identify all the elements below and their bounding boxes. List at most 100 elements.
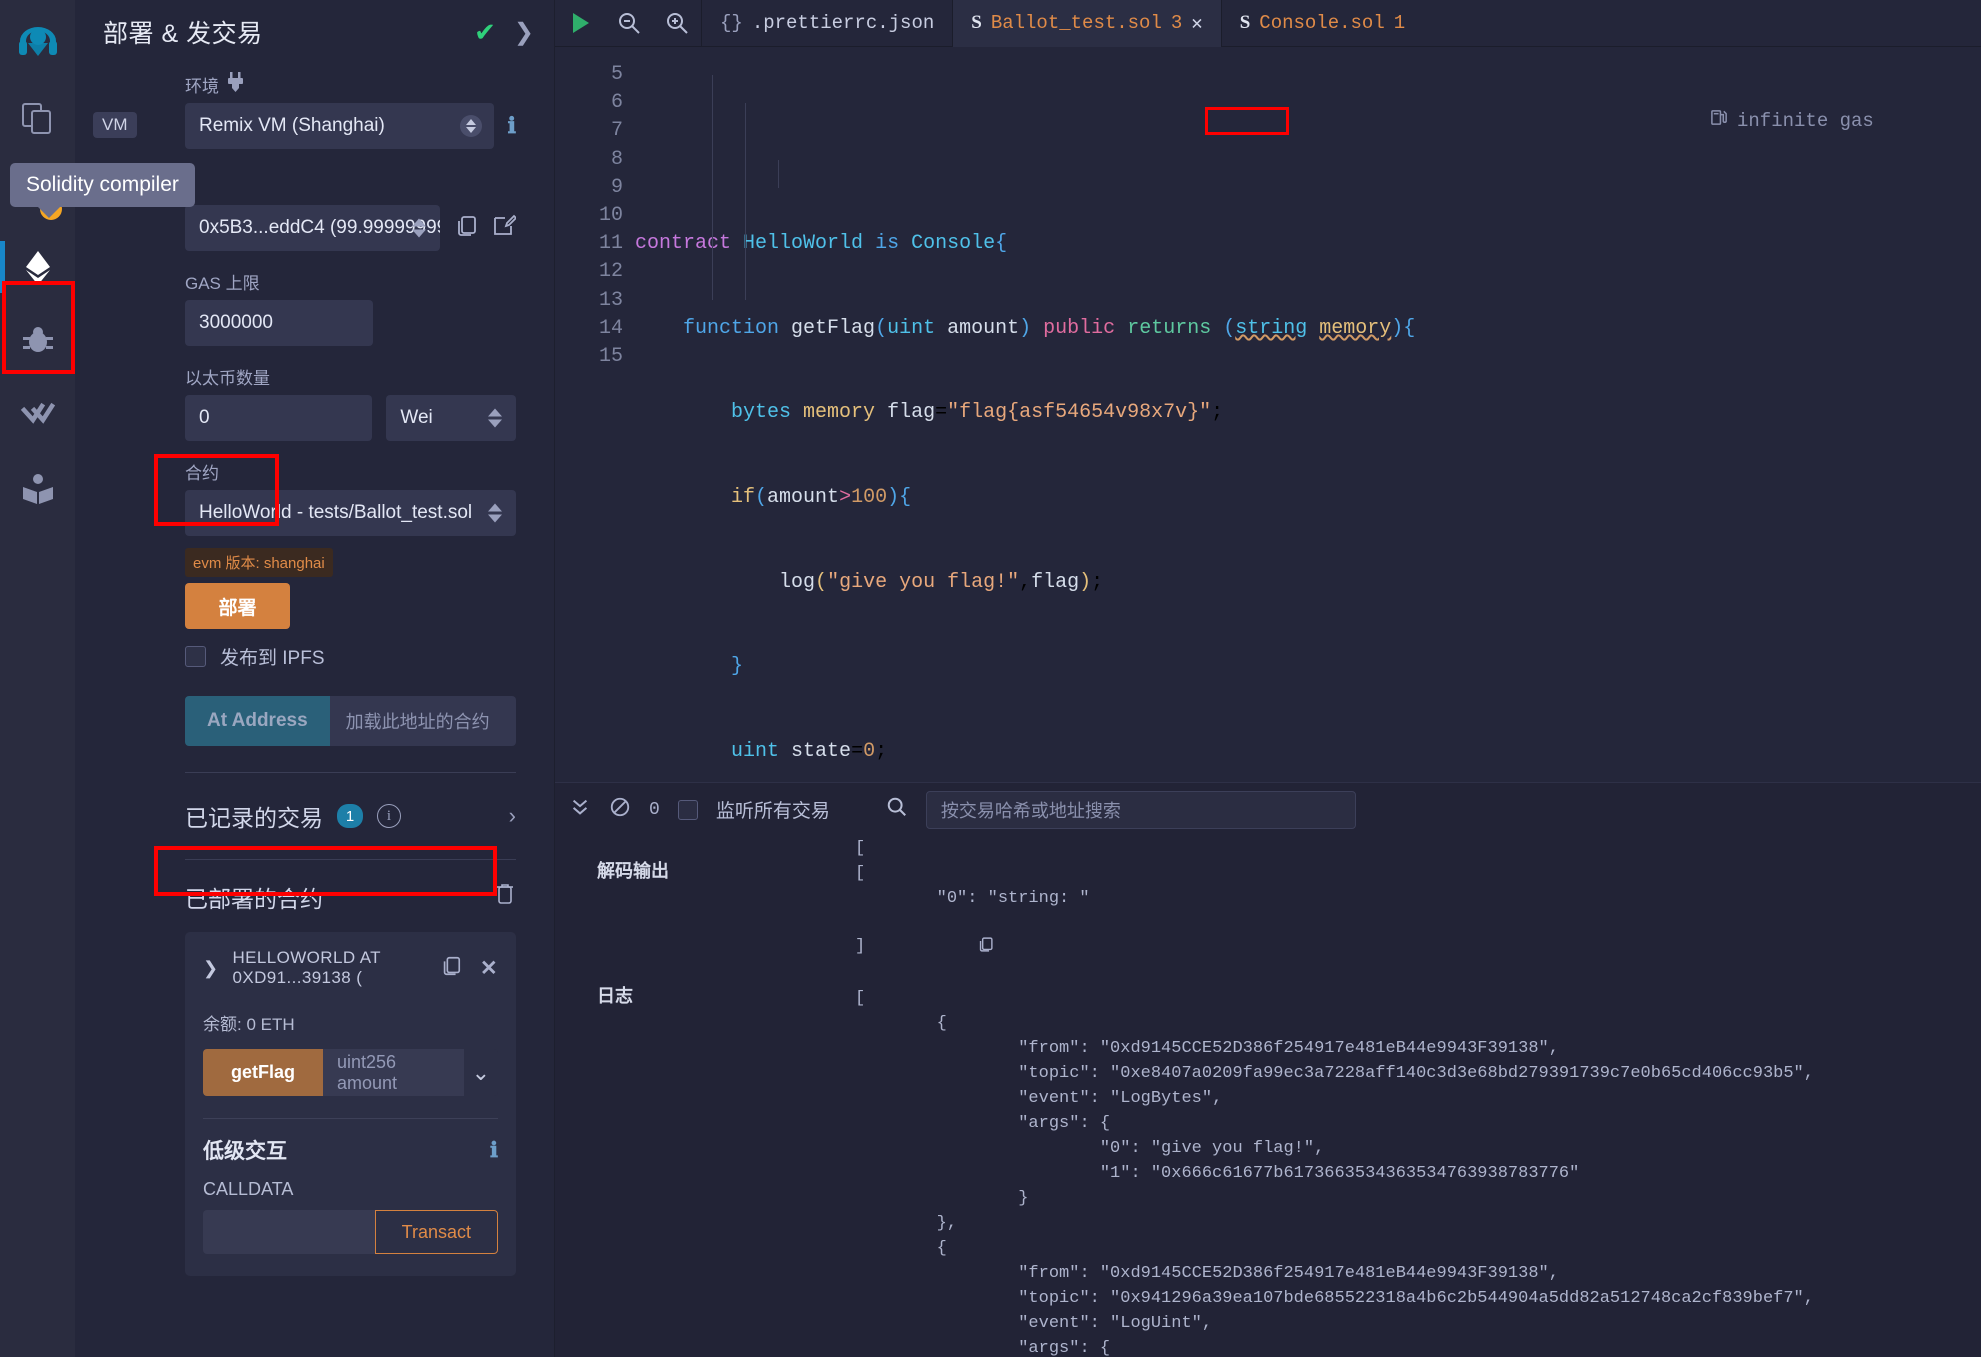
deployed-contracts-title: 已部署的合约: [185, 886, 323, 912]
close-icon[interactable]: ✕: [480, 956, 498, 981]
getflag-button[interactable]: getFlag: [203, 1049, 324, 1096]
deployed-contract-name: HELLOWORLD AT 0XD91...39138 (: [232, 948, 381, 987]
deploy-button[interactable]: 部署: [185, 583, 290, 629]
line-number: 10: [598, 204, 623, 228]
zoom-out-icon[interactable]: [605, 11, 653, 35]
tab-console[interactable]: S Console.sol 1: [1220, 0, 1423, 47]
ban-icon[interactable]: [609, 796, 631, 823]
run-icon[interactable]: [555, 10, 605, 36]
contract-card-header[interactable]: ❯ HELLOWORLD AT 0XD91...39138 ( ✕: [203, 948, 498, 988]
search-icon[interactable]: [886, 796, 908, 823]
infinite-gas-text: infinite gas: [1737, 109, 1874, 132]
value-unit-select[interactable]: Wei: [386, 395, 516, 441]
terminal-search-placeholder: 按交易哈希或地址搜索: [940, 800, 1121, 821]
calldata-input[interactable]: [203, 1210, 375, 1254]
chevron-updown-icon: [459, 115, 482, 137]
editor-tabbar: {} .prettierrc.json S Ballot_test.sol 3 …: [555, 0, 1981, 47]
logs-value: [ { "from": "0xd9145CCE52D386f254917e481…: [855, 989, 1814, 1357]
value-label: 以太币数量: [185, 369, 270, 388]
panel-body: 环境 Remix VM (Shanghai) ℹ VM 0x5B3...eddC…: [75, 72, 554, 1276]
chevron-right-icon[interactable]: ›: [509, 803, 516, 829]
getflag-amount-input[interactable]: uint256 amount: [323, 1049, 464, 1096]
terminal-panel: 0 监听所有交易 按交易哈希或地址搜索 [ 解码输出 [ "0": "strin…: [555, 782, 1981, 1357]
account-row: 0x5B3...eddC4 (99.99999999: [185, 205, 518, 251]
code-line-11: uint state=0;: [731, 739, 888, 763]
transact-button[interactable]: Transact: [374, 1210, 498, 1254]
tab-prettierrc[interactable]: {} .prettierrc.json: [701, 0, 952, 47]
close-icon[interactable]: ✕: [1191, 12, 1202, 35]
terminal-row-decoded-output: 解码输出 [ "0": "string: ": [555, 861, 1981, 911]
chevrons-down-icon[interactable]: [569, 796, 591, 823]
environment-info-icon[interactable]: ℹ: [508, 113, 516, 139]
logs-label: 日志: [597, 988, 633, 1008]
trash-icon[interactable]: [494, 882, 516, 912]
environment-label-text: 环境: [185, 77, 219, 96]
line-number: 13: [598, 288, 623, 312]
terminal-row: ]: [555, 911, 1981, 962]
line-number-gutter: 5 6 7 8 9 10 11 12 13 14 15: [555, 47, 635, 782]
line-number: 8: [610, 147, 623, 171]
contract-value: HelloWorld - tests/Ballot_test.sol: [199, 502, 473, 523]
listen-all-transactions-checkbox[interactable]: [677, 799, 698, 820]
terminal-row: [: [555, 836, 1981, 861]
terminal-output[interactable]: [ 解码输出 [ "0": "string: " ] 日志 [ { "from"…: [555, 836, 1981, 1357]
sidebar-item-deploy-run[interactable]: [0, 230, 75, 304]
copy-contract-address-icon[interactable]: [440, 955, 462, 982]
value-amount-input[interactable]: 0: [185, 395, 373, 441]
gas-limit-input[interactable]: 3000000: [185, 300, 373, 346]
line-number: 15: [598, 345, 623, 369]
environment-value: Remix VM (Shanghai): [199, 115, 385, 136]
decoded-output-close: ]: [855, 911, 994, 962]
at-address-button[interactable]: At Address: [185, 696, 330, 746]
infinite-gas-hint: infinite gas: [1710, 108, 1874, 133]
account-select[interactable]: 0x5B3...eddC4 (99.99999999: [185, 205, 440, 251]
plug-icon: [227, 72, 244, 97]
code-line-9: log("give you flag!",flag);: [779, 570, 1104, 594]
terminal-search-input[interactable]: 按交易哈希或地址搜索: [925, 790, 1356, 829]
file-explorer-icon[interactable]: [0, 82, 75, 156]
page-title: 部署 & 发交易: [103, 20, 263, 48]
environment-select[interactable]: Remix VM (Shanghai): [185, 103, 494, 149]
terminal-row-key: [555, 836, 855, 861]
gas-limit-label: GAS 上限: [185, 274, 260, 293]
chevron-down-icon[interactable]: ⌄: [463, 1049, 498, 1096]
zoom-in-icon[interactable]: [653, 11, 701, 35]
code-line-8: if(amount>100){: [731, 486, 912, 509]
recorded-transactions-label: 已记录的交易: [185, 805, 323, 831]
code-line-10: }: [731, 655, 744, 679]
contract-select[interactable]: HelloWorld - tests/Ballot_test.sol: [185, 490, 516, 536]
listen-all-transactions-label: 监听所有交易: [715, 801, 830, 822]
chevron-updown-icon: [488, 408, 502, 428]
copy-account-icon[interactable]: [454, 214, 478, 243]
code-content[interactable]: contract HelloWorld is Console{ function…: [635, 47, 1981, 782]
code-line-7: bytes memory flag="flag{asf54654v98x7v}"…: [731, 401, 1224, 425]
account-value: 0x5B3...eddC4 (99.99999999: [199, 217, 440, 238]
contract-balance: 余额: 0 ETH: [203, 1015, 295, 1034]
main-area: {} .prettierrc.json S Ballot_test.sol 3 …: [555, 0, 1981, 1357]
learneth-icon[interactable]: [0, 452, 75, 526]
info-glyph: i: [386, 807, 392, 824]
remix-home-logo[interactable]: [0, 8, 75, 82]
deployed-contracts-header: 已部署的合约: [185, 860, 516, 926]
solidity-icon: S: [1239, 12, 1251, 33]
tab-ballot-test-label: Ballot_test.sol: [990, 12, 1162, 34]
edit-account-icon[interactable]: [492, 214, 518, 243]
publish-ipfs-checkbox[interactable]: [185, 646, 206, 667]
code-line-6: function getFlag(uint amount) public ret…: [683, 316, 1416, 340]
calldata-row: Transact: [203, 1210, 498, 1254]
tab-ballot-test[interactable]: S Ballot_test.sol 3 ✕: [952, 0, 1221, 47]
tooltip-solidity-compiler: Solidity compiler: [10, 163, 195, 218]
recorded-transactions-header[interactable]: 已记录的交易 1 i ›: [185, 773, 516, 859]
publish-ipfs-label: 发布到 IPFS: [220, 648, 325, 669]
copy-icon[interactable]: [875, 911, 994, 962]
debugger-icon[interactable]: [0, 304, 75, 378]
recorded-transactions-info-icon[interactable]: i: [377, 804, 401, 828]
at-address-input[interactable]: 加载此地址的合约: [329, 696, 516, 746]
code-editor[interactable]: 5 6 7 8 9 10 11 12 13 14 15 contract HelloWor…: [555, 47, 1981, 782]
chevron-right-icon[interactable]: ❯: [514, 18, 534, 47]
chevron-down-icon[interactable]: ❯: [203, 958, 218, 979]
value-unit-text: Wei: [400, 407, 433, 428]
solidity-unit-testing-icon[interactable]: [0, 378, 75, 452]
low-level-info-icon[interactable]: ℹ: [490, 1138, 498, 1163]
divider: [203, 1118, 498, 1119]
